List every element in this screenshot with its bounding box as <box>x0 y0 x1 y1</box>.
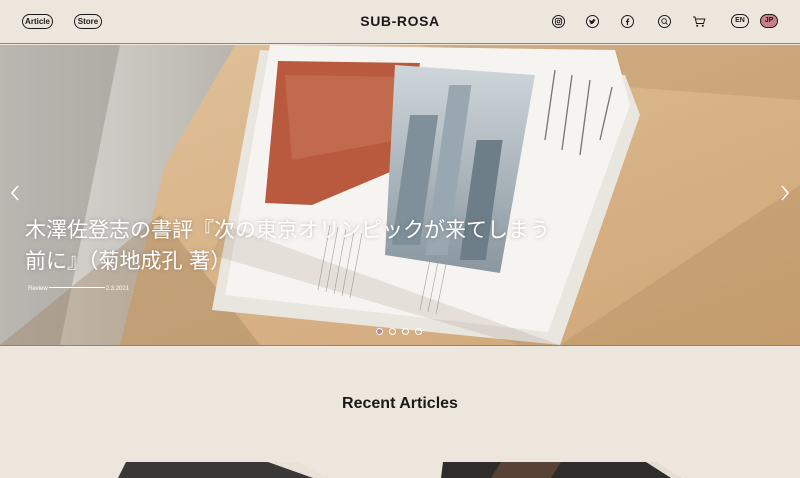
carousel-dot-3[interactable] <box>402 328 409 335</box>
hero-article-title[interactable]: 木澤佐登志の書評『次の東京オリンピックが来てしまう前に』（菊地成孔 著） <box>25 215 565 277</box>
nav-store-link[interactable]: Store <box>74 14 102 29</box>
language-en-button[interactable]: EN <box>731 14 749 28</box>
recent-article-thumbnail-1[interactable] <box>118 462 328 478</box>
recent-article-thumbnail-2[interactable] <box>441 462 681 478</box>
divider <box>0 345 800 346</box>
carousel-dot-4[interactable] <box>415 328 422 335</box>
site-logo[interactable]: SUB-ROSA <box>330 13 470 29</box>
carousel-dot-1[interactable] <box>376 328 383 335</box>
facebook-icon[interactable] <box>621 15 634 28</box>
search-icon[interactable] <box>658 15 671 28</box>
carousel-prev-arrow-icon[interactable] <box>6 180 24 206</box>
carousel-pagination <box>376 328 422 335</box>
carousel-dot-2[interactable] <box>389 328 396 335</box>
recent-articles-heading: Recent Articles <box>342 395 458 412</box>
language-jp-button[interactable]: JP <box>760 14 778 28</box>
hero-image <box>0 45 800 345</box>
carousel-next-arrow-icon[interactable] <box>776 180 794 206</box>
hero-category: Review <box>28 286 48 292</box>
hero-carousel: 木澤佐登志の書評『次の東京オリンピックが来てしまう前に』（菊地成孔 著） Rev… <box>0 45 800 345</box>
hero-date: 2.3.2021 <box>105 286 130 292</box>
cart-icon[interactable] <box>692 15 706 28</box>
hero-article-meta: Review 2.3.2021 <box>28 286 129 292</box>
meta-divider <box>48 287 105 288</box>
site-header: Article Store SUB-ROSA EN JP <box>0 0 800 44</box>
instagram-icon[interactable] <box>552 15 565 28</box>
twitter-icon[interactable] <box>586 15 599 28</box>
nav-article-link[interactable]: Article <box>22 14 53 29</box>
